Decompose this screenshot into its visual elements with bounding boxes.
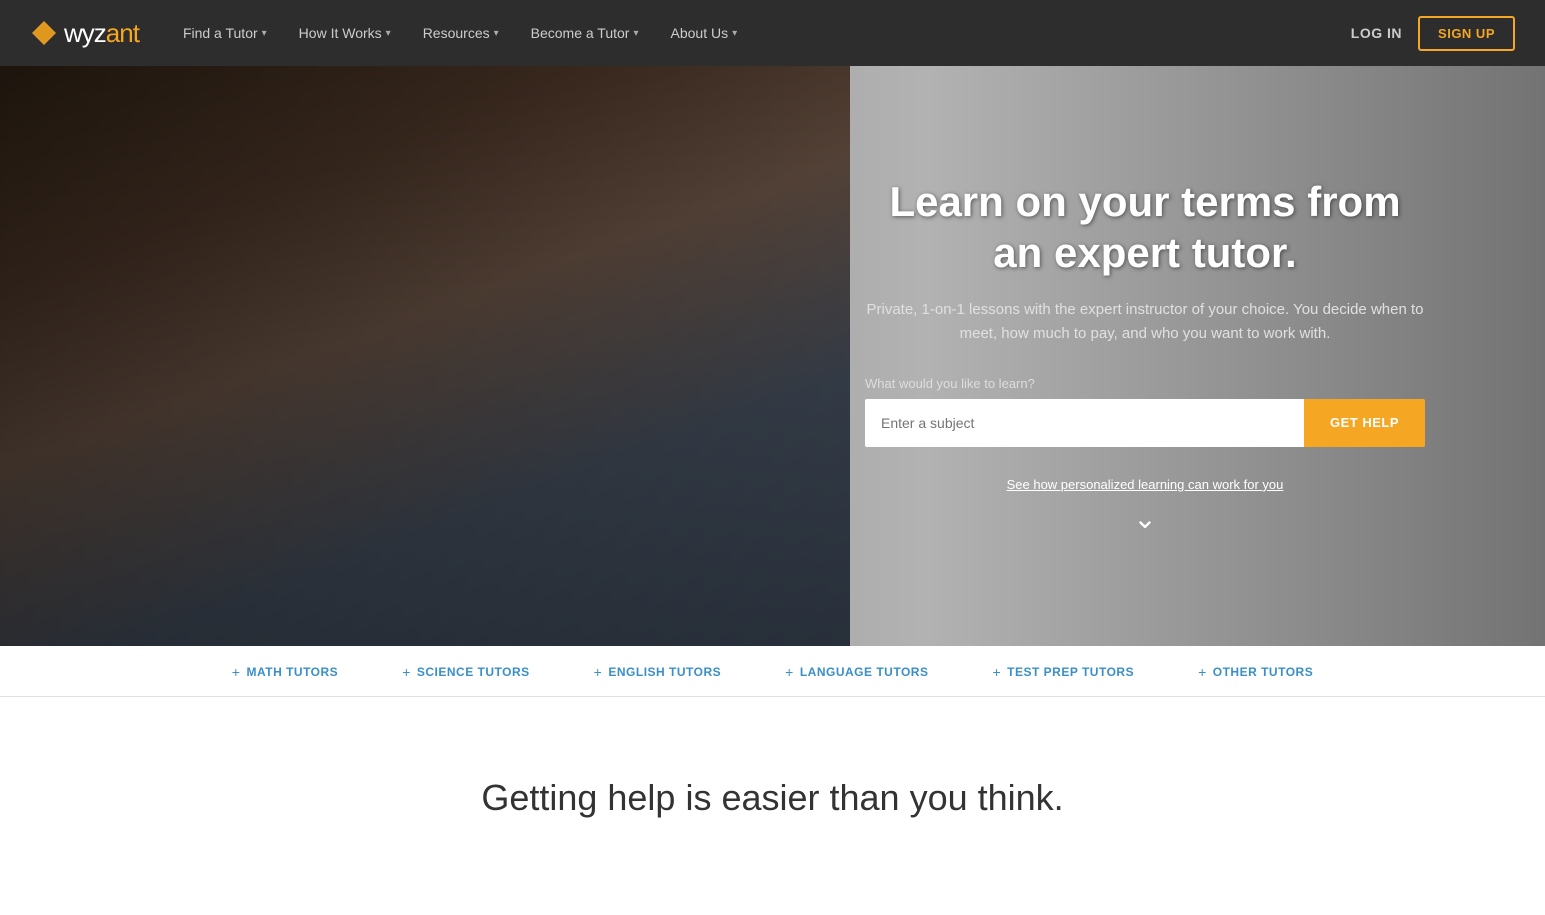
chevron-down-icon: ▾	[262, 28, 267, 39]
hero-content: Learn on your terms from an expert tutor…	[805, 177, 1485, 535]
bottom-section: Getting help is easier than you think.	[0, 697, 1545, 859]
plus-icon: +	[232, 664, 241, 680]
tutor-english[interactable]: + ENGLISH TUTORS	[562, 664, 753, 680]
chevron-down-icon: ▾	[494, 28, 499, 39]
search-input[interactable]	[865, 399, 1304, 447]
tutor-test-prep[interactable]: + TEST PREP TUTORS	[960, 664, 1166, 680]
hero-title: Learn on your terms from an expert tutor…	[865, 177, 1425, 278]
logo[interactable]: wyzant	[30, 18, 139, 49]
nav-how-it-works[interactable]: How It Works ▾	[285, 0, 405, 66]
search-section: What would you like to learn? GET HELP	[865, 376, 1425, 447]
tutor-science[interactable]: + SCIENCE TUTORS	[370, 664, 561, 680]
see-how-link[interactable]: See how personalized learning can work f…	[865, 477, 1425, 492]
tutor-bar-items: + MATH TUTORS + SCIENCE TUTORS + ENGLISH…	[0, 664, 1545, 696]
chevron-down-icon: ▾	[386, 28, 391, 39]
hero-section: Learn on your terms from an expert tutor…	[0, 66, 1545, 646]
scroll-down-icon[interactable]: ⌄	[865, 502, 1425, 535]
logo-ant: ant	[106, 18, 139, 48]
login-button[interactable]: LOG IN	[1351, 25, 1402, 41]
plus-icon: +	[992, 664, 1001, 680]
navbar: wyzant Find a Tutor ▾ How It Works ▾ Res…	[0, 0, 1545, 66]
tutor-other[interactable]: + OTHER TUTORS	[1166, 664, 1345, 680]
get-help-button[interactable]: GET HELP	[1304, 399, 1425, 447]
hero-subtitle: Private, 1-on-1 lessons with the expert …	[865, 298, 1425, 346]
bottom-title: Getting help is easier than you think.	[40, 777, 1505, 819]
plus-icon: +	[1198, 664, 1207, 680]
search-row: GET HELP	[865, 399, 1425, 447]
nav-become-tutor[interactable]: Become a Tutor ▾	[517, 0, 653, 66]
logo-wyz: wyz	[64, 18, 106, 48]
navbar-nav: Find a Tutor ▾ How It Works ▾ Resources …	[169, 0, 1351, 66]
search-label: What would you like to learn?	[865, 376, 1425, 391]
nav-resources[interactable]: Resources ▾	[409, 0, 513, 66]
tutor-language[interactable]: + LANGUAGE TUTORS	[753, 664, 960, 680]
tutor-category-bar: + MATH TUTORS + SCIENCE TUTORS + ENGLISH…	[0, 646, 1545, 697]
signup-button[interactable]: SIGN UP	[1418, 16, 1515, 51]
tutor-math[interactable]: + MATH TUTORS	[200, 664, 370, 680]
chevron-down-icon: ▾	[732, 28, 737, 39]
nav-find-tutor[interactable]: Find a Tutor ▾	[169, 0, 281, 66]
plus-icon: +	[785, 664, 794, 680]
logo-icon	[30, 19, 58, 47]
plus-icon: +	[402, 664, 411, 680]
nav-about-us[interactable]: About Us ▾	[657, 0, 752, 66]
plus-icon: +	[594, 664, 603, 680]
chevron-down-icon: ▾	[633, 28, 638, 39]
navbar-actions: LOG IN SIGN UP	[1351, 16, 1515, 51]
